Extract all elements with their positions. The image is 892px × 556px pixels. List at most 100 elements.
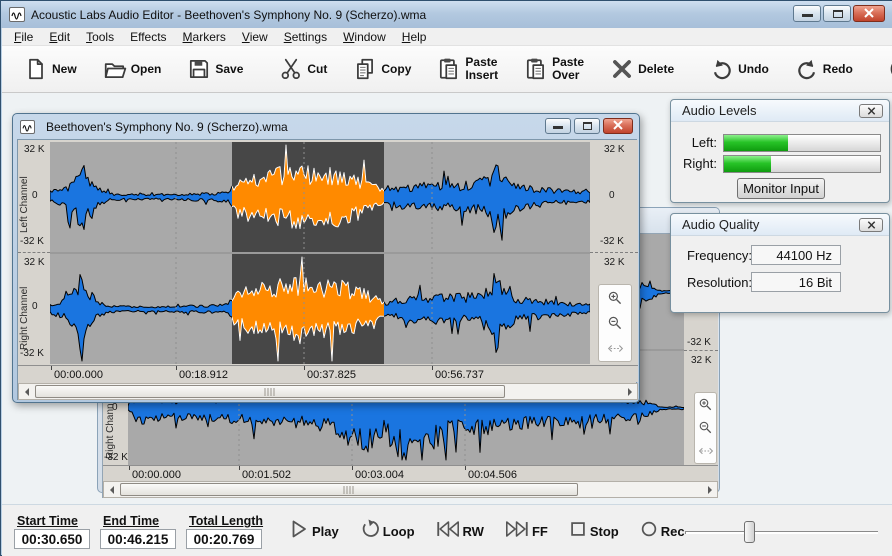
audio-levels-panel: Audio Levels Left: Right: Monitor Input [670,99,890,203]
editor-minimize-button[interactable] [545,118,571,134]
zoom-fit-button[interactable] [602,336,628,360]
horizontal-scrollbar[interactable] [18,383,638,400]
time-label: 00:03.004 [355,469,404,481]
zoom-out-button[interactable] [602,311,628,335]
document-icon [20,119,35,134]
toolbar-paste-over-button[interactable]: Paste Over [524,56,584,82]
start-time-value[interactable]: 00:30.650 [14,529,90,549]
scroll-right-arrow[interactable] [702,482,717,497]
menu-item-markers[interactable]: Markers [175,29,234,45]
undo-icon [710,57,734,81]
paste-icon [437,57,461,81]
slider-thumb[interactable] [744,520,756,543]
total-length-label: Total Length [189,514,264,528]
scroll-left-arrow[interactable] [19,384,34,399]
time-tick [352,466,353,470]
menu-bar: File Edit Tools Effects Markers View Settings W… [2,28,892,46]
toolbar-save-button[interactable]: Save [187,57,243,81]
time-tick [432,366,433,370]
left-level-meter [723,134,881,152]
fast-forward-icon [504,519,530,544]
record-icon [639,519,659,544]
time-label: 00:04.506 [468,469,517,481]
zoom-in-button[interactable] [602,286,628,310]
transport-bar: Start Time 00:30.650 End Time 00:46.215 Tota… [2,504,892,556]
main-title-bar[interactable]: Acoustic Labs Audio Editor - Beethoven's… [1,1,892,28]
zoom-out-button[interactable] [693,416,719,439]
left-level-label: Left: [691,135,717,150]
bg-horizontal-scrollbar[interactable] [103,481,718,498]
app-window: { "app": { "title": "Acoustic Labs Audio… [0,0,892,556]
play-button[interactable]: Play [288,518,339,545]
editor-window[interactable]: Beethoven's Symphony No. 9 (Scherzo).wma… [12,113,640,403]
toolbar-open-button[interactable]: Open [103,57,161,81]
toolbar-undo-button[interactable]: Undo [710,57,769,81]
menu-item-tools[interactable]: Tools [78,29,122,45]
scroll-right-arrow[interactable] [622,384,637,399]
rewind-icon [435,519,461,544]
start-time-field: Start Time 00:30.650 [14,514,90,549]
zoom-fit-button[interactable] [693,440,719,463]
time-tick [465,466,466,470]
audio-levels-title-bar[interactable]: Audio Levels [671,100,889,122]
start-time-label: Start Time [17,514,78,528]
scroll-left-arrow[interactable] [104,482,119,497]
audio-quality-title-bar[interactable]: Audio Quality [671,214,889,236]
editor-left-scale: 32 K 0 -32 K Left Channel 32 K 0 -32 K R… [18,140,50,365]
loop-button[interactable]: Loop [359,518,415,545]
paste-icon [524,57,548,81]
menu-item-settings[interactable]: Settings [276,29,335,45]
scrollbar-thumb[interactable] [35,385,505,398]
menu-item-window[interactable]: Window [335,29,394,45]
open-folder-icon [103,57,127,81]
toolbar-redo-button[interactable]: Redo [795,57,853,81]
time-label: 00:00.000 [54,369,103,381]
menu-item-help[interactable]: Help [394,29,435,45]
time-tick [176,366,177,370]
main-window-title: Acoustic Labs Audio Editor - Beethoven's… [31,7,427,22]
stop-button[interactable]: Stop [568,519,619,544]
loop-icon [359,518,381,545]
frequency-label: Frequency: [687,248,753,263]
audio-levels-close-button[interactable] [859,104,883,118]
slider-track[interactable] [684,530,878,534]
maximize-button[interactable] [823,5,851,22]
app-icon [9,7,25,22]
menu-item-edit[interactable]: Edit [41,29,78,45]
frequency-value[interactable]: 44100 Hz [751,245,841,265]
minimize-button[interactable] [793,5,821,22]
resolution-value[interactable]: 16 Bit [751,272,841,292]
zoom-in-button[interactable] [693,393,719,416]
end-time-value[interactable]: 00:46.215 [100,529,176,549]
toolbar-delete-button[interactable]: Delete [610,57,674,81]
menu-item-effects[interactable]: Effects [122,29,174,45]
scrollbar-thumb[interactable] [120,483,578,496]
rec-button[interactable]: Rec [639,519,685,544]
redo-icon [795,57,819,81]
cut-icon [279,57,303,81]
toolbar-new-button[interactable]: New [24,57,77,81]
toolbar-cut-button[interactable]: Cut [279,57,327,81]
rw-button[interactable]: RW [435,519,484,544]
time-tick [129,466,130,470]
audio-quality-close-button[interactable] [859,218,883,232]
editor-restore-button[interactable] [574,118,600,134]
editor-close-button[interactable] [603,118,633,134]
total-length-value[interactable]: 00:20.769 [186,529,262,549]
menu-item-view[interactable]: View [234,29,276,45]
close-button[interactable] [853,5,885,22]
time-label: 00:00.000 [132,469,181,481]
bg-time-axis: 00:00.000 00:01.502 00:03.004 00:04.506 [103,465,718,481]
delete-icon [610,57,634,81]
toolbar-copy-button[interactable]: Copy [353,57,411,81]
new-file-icon [24,57,48,81]
right-level-label: Right: [683,156,717,171]
time-tick [304,366,305,370]
waveform-area[interactable] [49,142,591,364]
ff-button[interactable]: FF [504,519,548,544]
editor-window-title-bar[interactable]: Beethoven's Symphony No. 9 (Scherzo).wma [13,114,639,139]
menu-item-file[interactable]: File [6,29,41,45]
monitor-input-button[interactable]: Monitor Input [737,178,825,199]
volume-slider[interactable] [684,519,878,545]
toolbar-paste-insert-button[interactable]: Paste Insert [437,56,498,82]
